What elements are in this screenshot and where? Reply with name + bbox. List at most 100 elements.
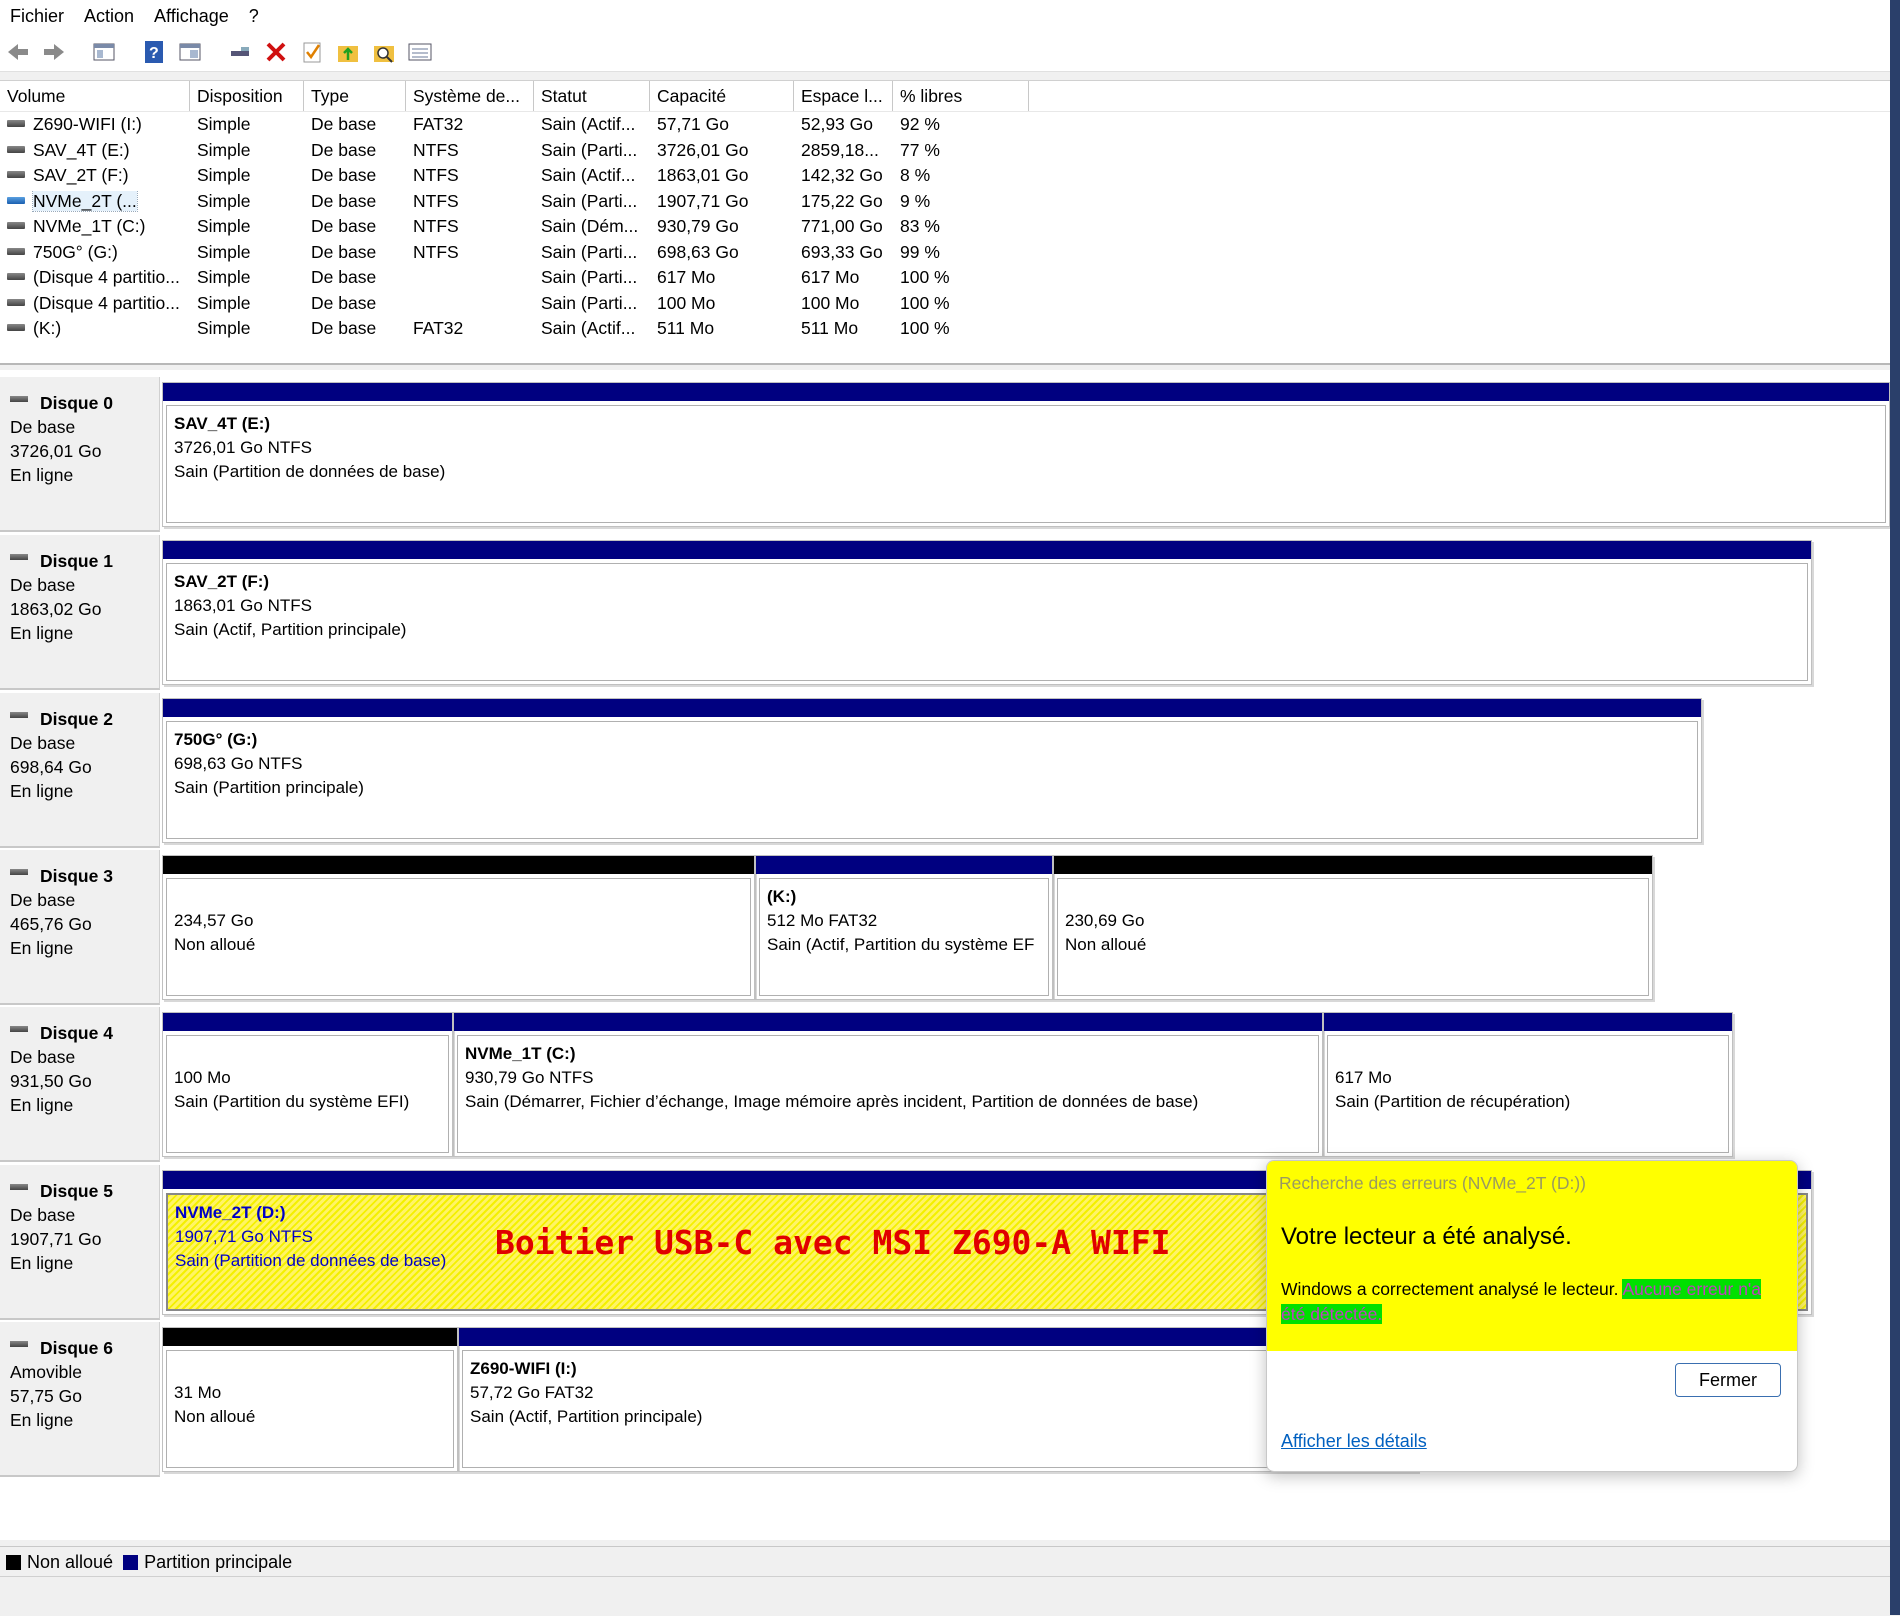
partition-title: (K:): [767, 887, 797, 906]
cell-capacity: 1863,01 Go: [657, 165, 749, 186]
delete-icon[interactable]: [262, 38, 290, 66]
cell-status: Sain (Parti...: [541, 267, 638, 288]
volume-name: (Disque 4 partitio...: [33, 267, 180, 288]
partition-size: 100 Mo: [174, 1068, 231, 1087]
partition-block[interactable]: (K:) 512 Mo FAT32 Sain (Actif, Partition d…: [755, 855, 1053, 1000]
check-icon[interactable]: [298, 38, 326, 66]
view-list-icon[interactable]: [406, 38, 434, 66]
partition-block[interactable]: 100 Mo Sain (Partition du système EFI): [162, 1012, 453, 1157]
volume-list-header: Volume Disposition Type Système de... St…: [0, 81, 1890, 112]
disk-state: En ligne: [10, 781, 74, 801]
partition-block[interactable]: 750G° (G:) 698,63 Go NTFS Sain (Partition …: [162, 698, 1702, 843]
disk-type: De base: [10, 1205, 76, 1225]
disk-label-2[interactable]: Disque 2 De base 698,64 Go En ligne: [0, 693, 160, 848]
table-row[interactable]: (Disque 4 partitio... Simple De base Sain (…: [0, 265, 1890, 291]
col-status[interactable]: Statut: [534, 81, 650, 111]
show-details-link[interactable]: Afficher les détails: [1281, 1431, 1427, 1452]
disk-name-text: Disque 1: [40, 551, 113, 571]
disk-name-text: Disque 4: [40, 1023, 113, 1043]
cell-capacity: 698,63 Go: [657, 241, 739, 262]
volume-name: SAV_4T (E:): [33, 139, 130, 160]
cell-type: De base: [311, 318, 377, 339]
cell-fs: NTFS: [413, 190, 459, 211]
cell-type: De base: [311, 139, 377, 160]
volume-name-cell: 750G° (G:): [0, 242, 190, 263]
partition-block[interactable]: 230,69 Go Non alloué: [1053, 855, 1653, 1000]
disk-label-3[interactable]: Disque 3 De base 465,76 Go En ligne: [0, 850, 160, 1005]
primary-partition-bar: [163, 1013, 452, 1031]
cell-free: 52,93 Go: [801, 114, 873, 135]
connect-icon[interactable]: [226, 38, 254, 66]
cell-fs: NTFS: [413, 241, 459, 262]
cell-status: Sain (Actif...: [541, 318, 636, 339]
table-row[interactable]: (K:) Simple De base FAT32 Sain (Actif... 511 …: [0, 316, 1890, 342]
cell-free: 100 Mo: [801, 292, 860, 313]
cell-fs: NTFS: [413, 216, 459, 237]
menu-fichier[interactable]: Fichier: [0, 0, 74, 32]
menu-action[interactable]: Action: [74, 0, 144, 32]
partition-size: 698,63 Go NTFS: [174, 754, 303, 773]
disk-icon: [10, 554, 28, 560]
cell-capacity: 57,71 Go: [657, 114, 729, 135]
cell-layout: Simple: [197, 267, 251, 288]
cell-layout: Simple: [197, 139, 251, 160]
disk-label-1[interactable]: Disque 1 De base 1863,02 Go En ligne: [0, 535, 160, 690]
table-row[interactable]: 750G° (G:) Simple De base NTFS Sain (Parti..…: [0, 240, 1890, 266]
disk-label-0[interactable]: Disque 0 De base 3726,01 Go En ligne: [0, 377, 160, 532]
find-icon[interactable]: [370, 38, 398, 66]
partition-block[interactable]: NVMe_1T (C:) 930,79 Go NTFS Sain (Démarrer…: [453, 1012, 1323, 1157]
console-tree-icon[interactable]: [90, 38, 118, 66]
disk-name-text: Disque 6: [40, 1338, 113, 1358]
cell-layout: Simple: [197, 165, 251, 186]
help-icon[interactable]: ?: [140, 38, 168, 66]
folder-up-icon[interactable]: [334, 38, 362, 66]
cell-capacity: 930,79 Go: [657, 216, 739, 237]
menu-help[interactable]: ?: [239, 0, 269, 32]
disk-name: Disque 6: [10, 1336, 149, 1360]
col-filesystem[interactable]: Système de...: [406, 81, 534, 111]
col-capacity[interactable]: Capacité: [650, 81, 794, 111]
disk-icon: [10, 712, 28, 718]
volume-name-cell: SAV_4T (E:): [0, 140, 190, 161]
disk-name: Disque 3: [10, 864, 149, 888]
col-type[interactable]: Type: [304, 81, 406, 111]
col-volume[interactable]: Volume: [0, 81, 190, 111]
col-free-space[interactable]: Espace l...: [794, 81, 893, 111]
table-row[interactable]: Z690-WIFI (I:) Simple De base FAT32 Sain (Ac…: [0, 112, 1890, 138]
col-percent-free[interactable]: % libres: [893, 81, 1029, 111]
cell-type: De base: [311, 241, 377, 262]
cell-free: 511 Mo: [801, 318, 859, 339]
volume-name: Z690-WIFI (I:): [33, 114, 142, 135]
primary-partition-bar: [1324, 1013, 1732, 1031]
volume-name-cell: (K:): [0, 318, 190, 339]
cell-type: De base: [311, 165, 377, 186]
partition-title: SAV_2T (F:): [174, 572, 270, 591]
properties-icon[interactable]: [176, 38, 204, 66]
table-row[interactable]: NVMe_2T (... Simple De base NTFS Sain (Parti…: [0, 189, 1890, 215]
menu-affichage[interactable]: Affichage: [144, 0, 239, 32]
table-row[interactable]: SAV_4T (E:) Simple De base NTFS Sain (Parti.…: [0, 138, 1890, 164]
table-row[interactable]: SAV_2T (F:) Simple De base NTFS Sain (Actif.…: [0, 163, 1890, 189]
disk-label-5[interactable]: Disque 5 De base 1907,71 Go En ligne: [0, 1165, 160, 1320]
partition-status: Sain (Actif, Partition principale): [174, 620, 407, 639]
partition-block[interactable]: SAV_4T (E:) 3726,01 Go NTFS Sain (Partitio…: [162, 382, 1890, 527]
partition-block[interactable]: 234,57 Go Non alloué: [162, 855, 755, 1000]
forward-arrow-icon[interactable]: [40, 38, 68, 66]
partition-block[interactable]: 31 Mo Non alloué: [162, 1327, 458, 1472]
table-row[interactable]: NVMe_1T (C:) Simple De base NTFS Sain (Dém..…: [0, 214, 1890, 240]
disk-label-6[interactable]: Disque 6 Amovible 57,75 Go En ligne: [0, 1322, 160, 1477]
partition-info: 100 Mo Sain (Partition du système EFI): [166, 1035, 449, 1153]
close-button[interactable]: Fermer: [1675, 1363, 1781, 1397]
partition-block[interactable]: 617 Mo Sain (Partition de récupération): [1323, 1012, 1733, 1157]
disk-type: De base: [10, 733, 76, 753]
partition-size: 31 Mo: [174, 1383, 222, 1402]
cell-status: Sain (Actif...: [541, 165, 636, 186]
col-disposition[interactable]: Disposition: [190, 81, 304, 111]
back-arrow-icon[interactable]: [4, 38, 32, 66]
volume-name-cell: NVMe_2T (...: [0, 190, 190, 212]
table-row[interactable]: (Disque 4 partitio... Simple De base Sain (…: [0, 291, 1890, 317]
partition-size: 230,69 Go: [1065, 911, 1145, 930]
partition-title: 750G° (G:): [174, 730, 258, 749]
disk-label-4[interactable]: Disque 4 De base 931,50 Go En ligne: [0, 1007, 160, 1162]
partition-block[interactable]: SAV_2T (F:) 1863,01 Go NTFS Sain (Actif, P…: [162, 540, 1812, 685]
